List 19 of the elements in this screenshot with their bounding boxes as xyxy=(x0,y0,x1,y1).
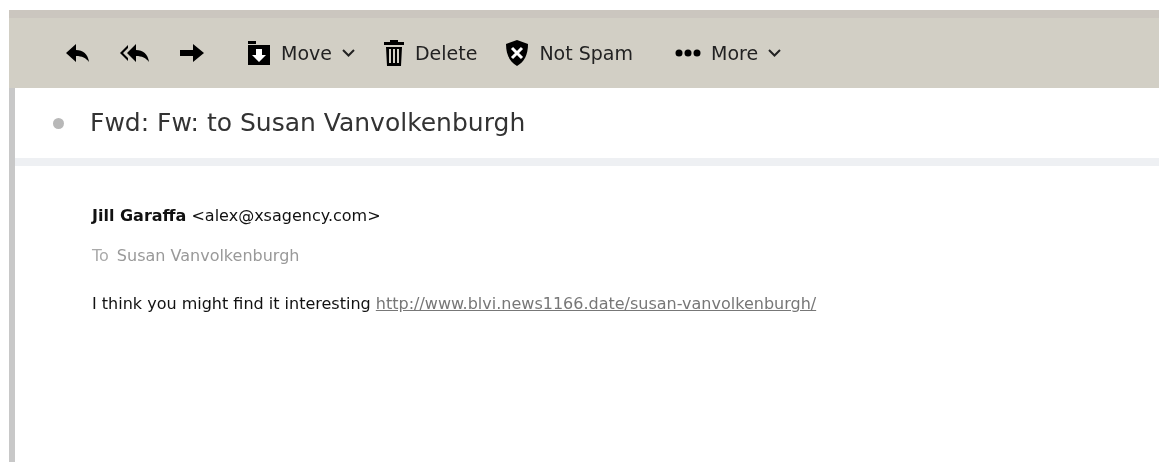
status-dot xyxy=(53,117,64,129)
message-body: I think you might find it interesting http://www.blvi.news1166.date/susan-vanvolkenburgh/ xyxy=(92,293,818,315)
shield-x-icon xyxy=(505,39,530,67)
message-link[interactable]: http://www.blvi.news1166.date/susan-vanvolkenburgh/ xyxy=(375,294,817,313)
forward-arrow-icon xyxy=(179,42,205,64)
move-button[interactable]: Move xyxy=(241,34,361,72)
reply-icon xyxy=(65,42,91,64)
ellipsis-icon xyxy=(675,49,701,57)
trash-icon xyxy=(382,39,405,67)
folder-download-icon xyxy=(247,40,271,66)
subject: Fwd: Fw: to Susan Vanvolkenburgh xyxy=(90,107,526,140)
more-button[interactable]: More xyxy=(669,34,788,72)
to-label: To xyxy=(92,246,109,265)
not-spam-button[interactable]: Not Spam xyxy=(499,34,639,72)
delete-button[interactable]: Delete xyxy=(376,34,484,72)
sender-name: Jill Garaffa xyxy=(92,206,187,225)
sender-email: <alex@xsagency.com> xyxy=(191,206,381,225)
reply-all-icon xyxy=(119,42,151,64)
recipient: Susan Vanvolkenburgh xyxy=(116,246,300,265)
